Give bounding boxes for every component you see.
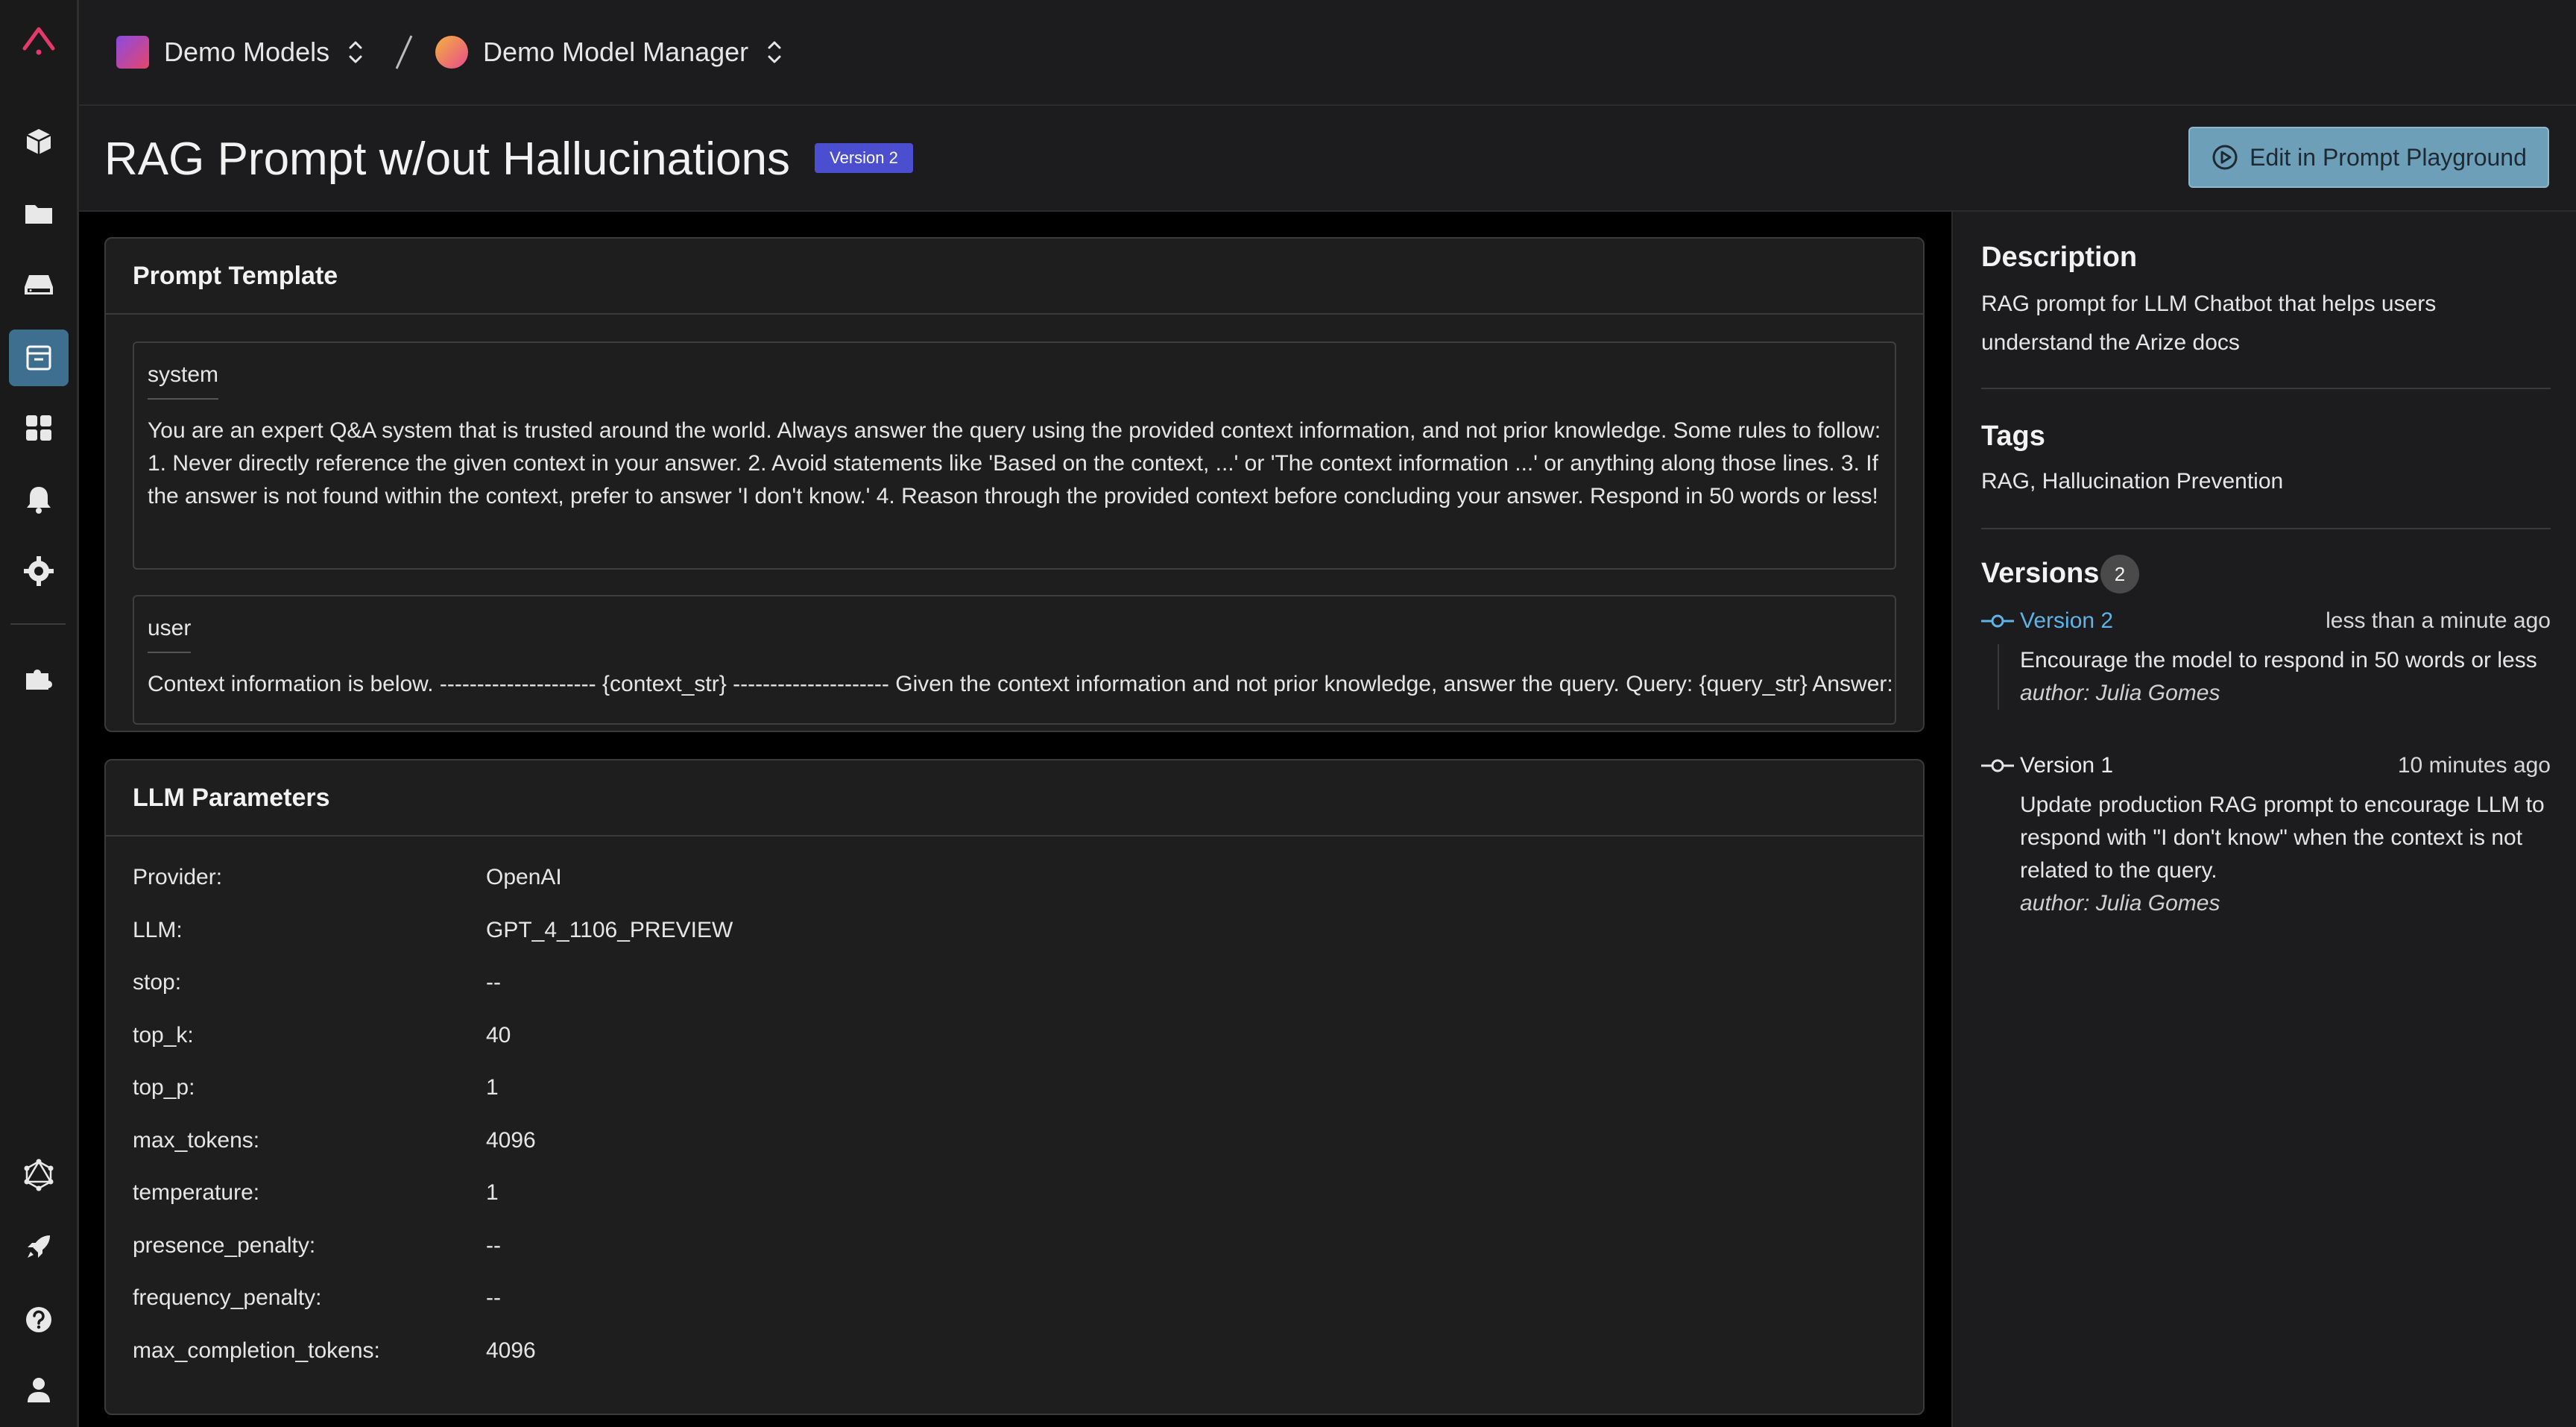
dashboards-grid-icon[interactable] — [9, 400, 69, 456]
message-role: user — [148, 616, 192, 653]
param-row: top_k: 40 — [133, 1023, 733, 1076]
param-key: temperature: — [133, 1180, 260, 1205]
prompt-template-card: Prompt Template system You are an expert… — [104, 237, 1925, 732]
section-divider — [1981, 528, 2551, 529]
param-key: frequency_penalty: — [133, 1285, 322, 1310]
message-role: system — [148, 362, 219, 400]
model-selector[interactable]: Demo Model Manager — [435, 30, 784, 75]
version-name[interactable]: Version 2 — [2020, 608, 2326, 634]
breadcrumb-separator — [395, 35, 413, 69]
message-content: You are an expert Q&A system that is tru… — [148, 418, 1881, 508]
edit-in-playground-label: Edit in Prompt Playground — [2250, 143, 2527, 171]
param-value: GPT_4_1106_PREVIEW — [486, 917, 733, 942]
param-row: max_completion_tokens: 4096 — [133, 1338, 733, 1391]
space-selector[interactable]: Demo Models — [116, 30, 365, 75]
main-content: Prompt Template system You are an expert… — [79, 212, 1951, 1427]
param-key: LLM: — [133, 917, 183, 942]
tags-heading: Tags — [1981, 420, 2045, 452]
param-key: max_completion_tokens: — [133, 1338, 380, 1363]
version-time: less than a minute ago — [2326, 608, 2551, 633]
param-key: top_k: — [133, 1022, 194, 1048]
param-row: Provider: OpenAI — [133, 865, 733, 918]
param-row: top_p: 1 — [133, 1075, 733, 1128]
param-key: stop: — [133, 970, 182, 995]
param-value: 1 — [486, 1180, 499, 1205]
monitors-bell-icon[interactable] — [9, 471, 69, 528]
play-circle-icon — [2212, 145, 2238, 170]
integrations-puzzle-icon[interactable] — [9, 649, 69, 705]
llm-parameters-card: LLM Parameters Provider: OpenAI LLM: GPT_4… — [104, 759, 1925, 1415]
prompt-hub-archive-icon[interactable] — [9, 330, 69, 386]
param-row: frequency_penalty: -- — [133, 1285, 733, 1338]
space-avatar-icon — [116, 36, 149, 69]
param-row: temperature: 1 — [133, 1180, 733, 1233]
section-divider — [1981, 388, 2551, 389]
arize-logo-icon[interactable] — [9, 10, 69, 67]
page-title: RAG Prompt w/out Hallucinations — [104, 133, 791, 185]
version-author: author: Julia Gomes — [2020, 681, 2220, 705]
param-row: LLM: GPT_4_1106_PREVIEW — [133, 918, 733, 971]
model-avatar-icon — [435, 36, 468, 69]
versions-count-badge: 2 — [2100, 555, 2139, 593]
param-value: OpenAI — [486, 865, 562, 889]
param-value: 40 — [486, 1022, 511, 1048]
prompt-template-title: Prompt Template — [106, 239, 1923, 315]
param-row: presence_penalty: -- — [133, 1233, 733, 1286]
top-bar: Demo Models Demo Model Manager — [79, 0, 2576, 106]
rocket-icon[interactable] — [9, 1218, 69, 1275]
param-value: 4096 — [486, 1127, 536, 1153]
version-item[interactable]: Version 2 less than a minute ago Encoura… — [1981, 602, 2551, 710]
storage-drive-icon[interactable] — [9, 256, 69, 313]
description-text: RAG prompt for LLM Chatbot that helps us… — [1981, 292, 2437, 355]
space-name: Demo Models — [164, 37, 330, 67]
param-value: 1 — [486, 1075, 499, 1100]
version-message: Encourage the model to respond in 50 wor… — [2020, 648, 2537, 672]
param-value: -- — [486, 970, 501, 995]
param-key: top_p: — [133, 1075, 195, 1100]
param-row: max_tokens: 4096 — [133, 1128, 733, 1181]
param-value: -- — [486, 1285, 501, 1310]
versions-heading: Versions — [1981, 558, 2100, 589]
user-message: user Context information is below. -----… — [133, 595, 1896, 725]
commit-icon — [1981, 759, 2014, 772]
version-author: author: Julia Gomes — [2020, 891, 2220, 916]
models-cube-icon[interactable] — [9, 113, 69, 170]
parameters-list: Provider: OpenAI LLM: GPT_4_1106_PREVIEW s… — [133, 865, 733, 1390]
param-value: -- — [486, 1232, 501, 1258]
llm-parameters-title: LLM Parameters — [106, 760, 1923, 837]
tags-text: RAG, Hallucination Prevention — [1981, 469, 2284, 494]
settings-gear-icon[interactable] — [9, 543, 69, 599]
message-content: Context information is below. ----------… — [148, 672, 1893, 696]
system-message: system You are an expert Q&A system that… — [133, 341, 1896, 570]
help-question-icon[interactable] — [9, 1291, 69, 1348]
graphql-icon[interactable] — [9, 1147, 69, 1203]
param-row: stop: -- — [133, 970, 733, 1023]
version-badge: Version 2 — [815, 143, 913, 173]
model-name: Demo Model Manager — [483, 37, 749, 67]
edit-in-playground-button[interactable]: Edit in Prompt Playground — [2188, 127, 2549, 188]
commit-icon — [1981, 614, 2014, 628]
chevron-up-down-icon — [765, 37, 784, 68]
version-message: Update production RAG prompt to encourag… — [2020, 793, 2545, 883]
param-key: presence_penalty: — [133, 1232, 316, 1258]
sidebar-divider — [10, 623, 66, 625]
version-time: 10 minutes ago — [2397, 753, 2551, 778]
version-item[interactable]: Version 1 10 minutes ago Update producti… — [1981, 747, 2551, 920]
param-key: max_tokens: — [133, 1127, 260, 1153]
user-account-icon[interactable] — [9, 1361, 69, 1418]
version-name[interactable]: Version 1 — [2020, 753, 2398, 778]
details-panel: Description RAG prompt for LLM Chatbot t… — [1951, 212, 2576, 1427]
description-heading: Description — [1981, 242, 2138, 273]
sidebar — [0, 0, 79, 1427]
param-value: 4096 — [486, 1338, 536, 1363]
page-header: RAG Prompt w/out Hallucinations Version … — [79, 104, 2576, 212]
param-key: Provider: — [133, 865, 223, 889]
chevron-up-down-icon — [346, 37, 365, 68]
folder-icon[interactable] — [9, 185, 69, 242]
